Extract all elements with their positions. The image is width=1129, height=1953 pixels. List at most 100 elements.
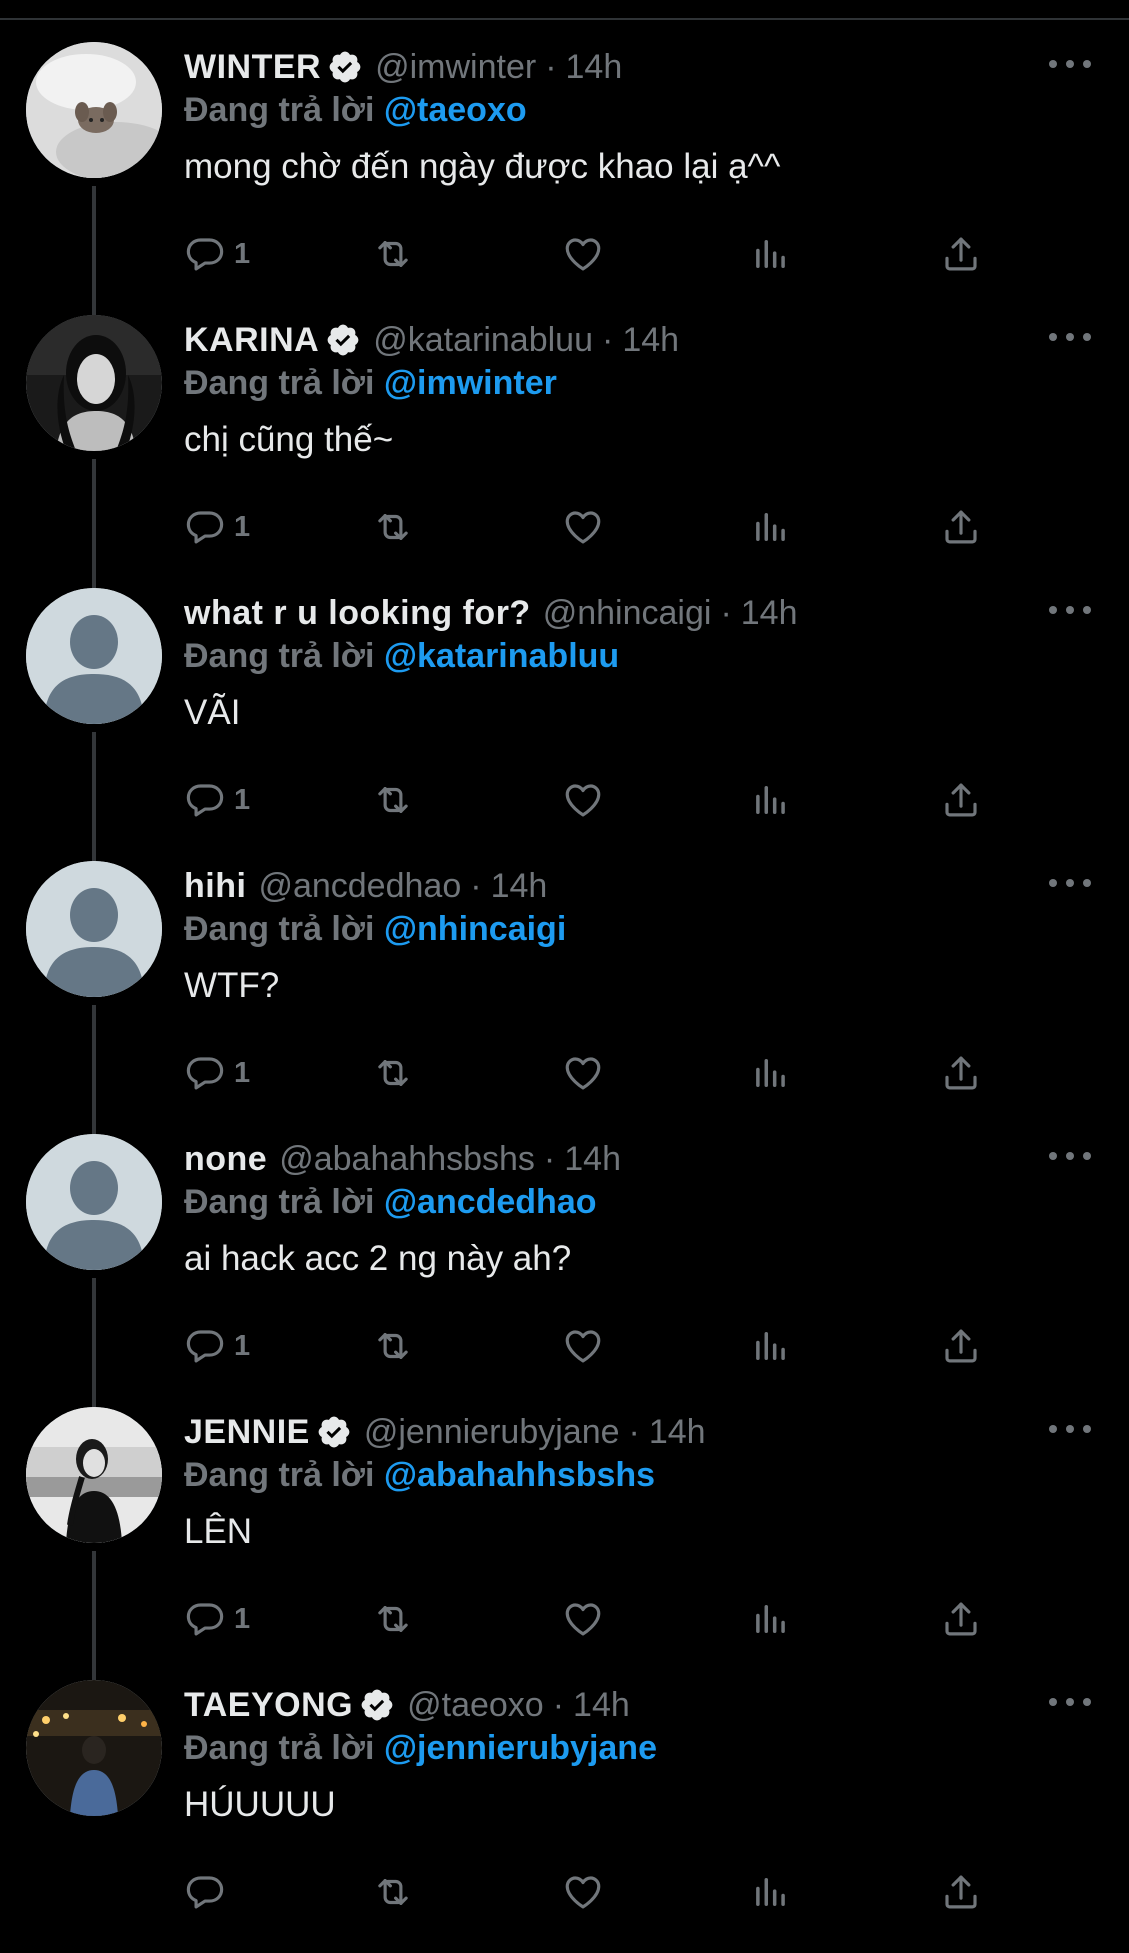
timestamp[interactable]: 14h [741, 593, 798, 633]
share-button[interactable] [940, 1595, 982, 1643]
display-name[interactable]: TAEYONG [184, 1685, 353, 1725]
like-button[interactable] [562, 1595, 604, 1643]
avatar[interactable] [26, 315, 162, 451]
reply-button[interactable]: 1 [184, 503, 250, 551]
share-button[interactable] [940, 1049, 982, 1097]
retweet-button[interactable] [372, 1049, 414, 1097]
like-button[interactable] [562, 230, 604, 278]
tweet-reply[interactable]: hihi @ancdedhao · 14h Đang trả lời @nhin… [0, 861, 1129, 1134]
more-dots-icon[interactable] [1049, 600, 1091, 620]
display-name[interactable]: hihi [184, 866, 246, 906]
views-button[interactable] [750, 1322, 792, 1370]
timestamp[interactable]: 14h [566, 47, 623, 87]
more-dots-icon[interactable] [1049, 1692, 1091, 1712]
share-button[interactable] [940, 1868, 982, 1916]
display-name[interactable]: JENNIE [184, 1412, 310, 1452]
retweet-icon [372, 506, 414, 548]
like-button[interactable] [562, 776, 604, 824]
user-handle[interactable]: @taeoxo [407, 1685, 544, 1725]
reply-button[interactable]: 1 [184, 1595, 250, 1643]
tweet-reply[interactable]: WINTER @imwinter · 14h Đang trả lời @tae… [0, 42, 1129, 315]
share-upload-icon [940, 1598, 982, 1640]
user-handle[interactable]: @imwinter [375, 47, 536, 87]
timestamp[interactable]: 14h [564, 1139, 621, 1179]
like-button[interactable] [562, 1868, 604, 1916]
retweet-button[interactable] [372, 776, 414, 824]
user-handle[interactable]: @jennierubyjane [364, 1412, 620, 1452]
user-handle[interactable]: @katarinabluu [373, 320, 593, 360]
mention-link[interactable]: @ancdedhao [384, 1183, 597, 1221]
share-upload-icon [940, 233, 982, 275]
user-handle[interactable]: @nhincaigi [543, 593, 712, 633]
timestamp[interactable]: 14h [649, 1412, 706, 1452]
avatar[interactable] [26, 1134, 162, 1270]
share-button[interactable] [940, 776, 982, 824]
mention-link[interactable]: @abahahhsbshs [384, 1456, 655, 1494]
more-dots-icon[interactable] [1049, 1419, 1091, 1439]
display-name[interactable]: none [184, 1139, 267, 1179]
retweet-button[interactable] [372, 503, 414, 551]
user-handle[interactable]: @abahahhsbshs [279, 1139, 535, 1179]
reply-button[interactable]: 1 [184, 776, 250, 824]
display-name[interactable]: KARINA [184, 320, 319, 360]
more-dots-icon[interactable] [1049, 327, 1091, 347]
heart-icon [562, 233, 604, 275]
like-button[interactable] [562, 503, 604, 551]
display-name[interactable]: what r u looking for? [184, 593, 531, 633]
views-button[interactable] [750, 1868, 792, 1916]
tweet-actions [184, 1868, 1004, 1916]
share-button[interactable] [940, 503, 982, 551]
avatar[interactable] [26, 42, 162, 178]
mention-link[interactable]: @nhincaigi [384, 910, 566, 948]
more-dots-icon[interactable] [1049, 873, 1091, 893]
avatar[interactable] [26, 1407, 162, 1543]
reply-button[interactable]: 1 [184, 1322, 250, 1370]
retweet-button[interactable] [372, 1868, 414, 1916]
more-dots-icon[interactable] [1049, 1146, 1091, 1166]
tweet-text: HÚUUUU [184, 1785, 336, 1824]
mention-link[interactable]: @jennierubyjane [384, 1729, 657, 1767]
replying-to-label: Đang trả lời [184, 1183, 375, 1221]
verified-badge-icon [316, 1414, 352, 1450]
reply-button[interactable]: 1 [184, 1049, 250, 1097]
views-button[interactable] [750, 1049, 792, 1097]
reply-button[interactable] [184, 1868, 234, 1916]
reply-button[interactable]: 1 [184, 230, 250, 278]
timestamp[interactable]: 14h [573, 1685, 630, 1725]
display-name[interactable]: WINTER [184, 47, 321, 87]
share-button[interactable] [940, 1322, 982, 1370]
views-button[interactable] [750, 230, 792, 278]
avatar[interactable] [26, 588, 162, 724]
tweet-actions: 1 [184, 230, 1004, 278]
timestamp[interactable]: 14h [491, 866, 548, 906]
retweet-button[interactable] [372, 230, 414, 278]
retweet-button[interactable] [372, 1322, 414, 1370]
like-button[interactable] [562, 1322, 604, 1370]
user-handle[interactable]: @ancdedhao [258, 866, 461, 906]
mention-link[interactable]: @taeoxo [384, 91, 527, 129]
mention-link[interactable]: @katarinabluu [384, 637, 619, 675]
avatar[interactable] [26, 1680, 162, 1816]
verified-badge-icon [327, 49, 363, 85]
views-button[interactable] [750, 503, 792, 551]
share-upload-icon [940, 506, 982, 548]
retweet-button[interactable] [372, 1595, 414, 1643]
tweet-actions: 1 [184, 1049, 1004, 1097]
tweet-reply[interactable]: JENNIE @jennierubyjane · 14h Đang trả lờ… [0, 1407, 1129, 1680]
tweet-text: VÃI [184, 693, 241, 732]
tweet-reply[interactable]: TAEYONG @taeoxo · 14h Đang trả lời @jenn… [0, 1680, 1129, 1953]
timestamp[interactable]: 14h [622, 320, 679, 360]
views-button[interactable] [750, 1595, 792, 1643]
more-dots-icon[interactable] [1049, 54, 1091, 74]
like-button[interactable] [562, 1049, 604, 1097]
views-button[interactable] [750, 776, 792, 824]
separator-dot: · [601, 321, 614, 359]
avatar[interactable] [26, 861, 162, 997]
tweet-reply[interactable]: what r u looking for? @nhincaigi · 14h Đ… [0, 588, 1129, 861]
tweet-reply[interactable]: none @abahahhsbshs · 14h Đang trả lời @a… [0, 1134, 1129, 1407]
thread-connector-line [92, 1005, 96, 1134]
mention-link[interactable]: @imwinter [384, 364, 557, 402]
share-button[interactable] [940, 230, 982, 278]
tweet-reply[interactable]: KARINA @katarinabluu · 14h Đang trả lời … [0, 315, 1129, 588]
analytics-bars-icon [750, 1598, 792, 1640]
